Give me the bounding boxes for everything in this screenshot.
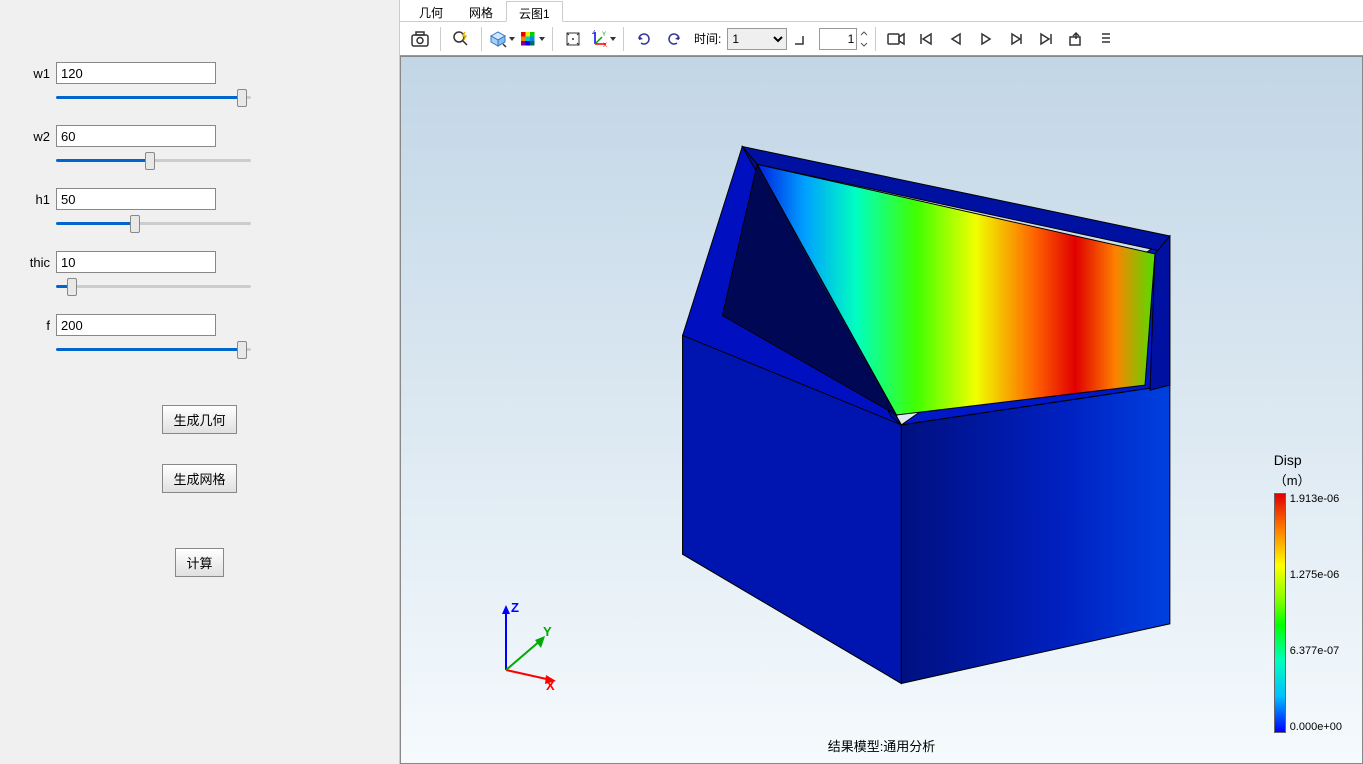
status-label: 结果模型:通用分析 [828,736,936,755]
time-label: 时间: [694,30,721,47]
record-icon[interactable] [882,26,910,52]
legend-title: Disp [1274,452,1342,468]
svg-text:Z: Z [592,30,596,36]
legend-unit: （m） [1274,470,1342,489]
legend-tick: 1.913e-06 [1290,493,1342,505]
param-slider-h1[interactable] [56,222,251,225]
param-slider-w1[interactable] [56,96,251,99]
generate-mesh-button[interactable]: 生成网格 [162,464,236,493]
axes-icon[interactable]: Z XY [589,26,617,52]
skip-first-icon[interactable] [912,26,940,52]
viewport-toolbar: Z XY 时间: 1 [400,22,1363,56]
param-label-thic: thic [20,255,50,270]
step-forward-icon[interactable] [1002,26,1030,52]
play-icon[interactable] [972,26,1000,52]
zoom-lightning-icon[interactable] [447,26,475,52]
rotate-ccw-icon[interactable] [630,26,658,52]
svg-text:X: X [546,678,555,690]
legend-tick: 1.275e-06 [1290,569,1342,581]
export-icon[interactable] [1062,26,1090,52]
step-input[interactable] [819,28,857,50]
param-label-h1: h1 [20,192,50,207]
skip-last-icon[interactable] [1032,26,1060,52]
generate-geometry-button[interactable]: 生成几何 [162,405,236,434]
time-select[interactable]: 1 [727,28,787,50]
fit-view-icon[interactable] [559,26,587,52]
svg-text:X: X [603,43,607,48]
param-input-f[interactable] [56,314,216,336]
param-label-f: f [20,318,50,333]
legend-tick: 0.000e+00 [1290,721,1342,733]
legend-gradient [1274,493,1286,733]
pick-face-icon[interactable] [488,26,516,52]
param-label-w1: w1 [20,66,50,81]
param-label-w2: w2 [20,129,50,144]
viewport-tabs: 几何网格云图1 [400,0,1363,22]
compute-button[interactable]: 计算 [175,548,223,577]
param-input-thic[interactable] [56,251,216,273]
param-input-w2[interactable] [56,125,216,147]
step-back-icon[interactable] [942,26,970,52]
legend-tick: 6.377e-07 [1290,645,1342,657]
tab-1[interactable]: 网格 [456,0,506,21]
tab-2[interactable]: 云图1 [506,1,563,22]
svg-text:Y: Y [543,624,552,639]
viewport-3d[interactable]: Z X Y Disp （m） 1.913e-06 1.275e-06 6.377e-… [400,56,1363,764]
tab-0[interactable]: 几何 [406,0,456,21]
svg-text:Y: Y [602,32,606,38]
svg-text:Z: Z [511,600,519,615]
param-input-w1[interactable] [56,62,216,84]
main-area: 几何网格云图1 ZXY 时间: 1 [400,0,1363,764]
param-slider-f[interactable] [56,348,251,351]
rotate-cw-icon[interactable] [660,26,688,52]
color-legend: Disp （m） 1.913e-06 1.275e-06 6.377e-07 0.00… [1274,452,1342,733]
param-slider-thic[interactable] [56,285,251,288]
more-icon[interactable] [1092,26,1120,52]
param-slider-w2[interactable] [56,159,251,162]
param-input-h1[interactable] [56,188,216,210]
screenshot-icon[interactable] [406,26,434,52]
sidebar: w1 w2 h1 thic f 生成几何 生成网格 计算 [0,0,400,764]
color-cube-icon[interactable] [518,26,546,52]
orientation-triad: Z X Y [491,600,561,693]
